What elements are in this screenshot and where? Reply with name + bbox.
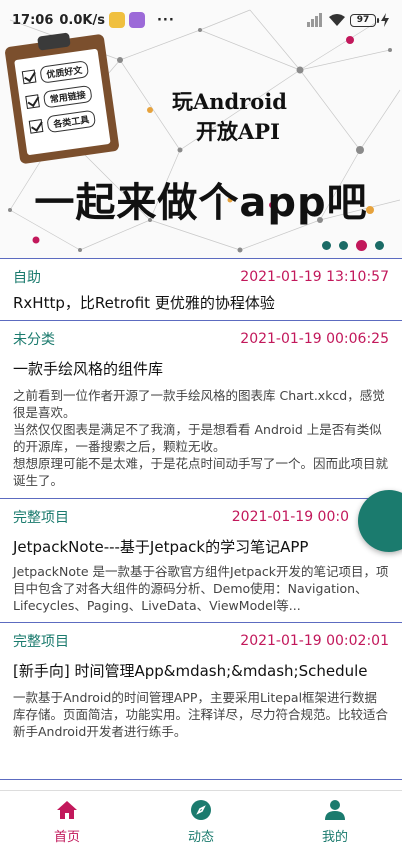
article-date: 2021-01-19 00:0 (231, 509, 349, 525)
article-list[interactable]: 自助 2021-01-19 13:10:57 RxHttp，比Retrofit … (0, 258, 402, 780)
status-bar: 17:06 0.0K/s ··· 97 (0, 0, 402, 40)
article-date: 2021-01-19 00:02:01 (240, 633, 389, 649)
checkbox-icon (21, 69, 37, 85)
compass-icon (191, 799, 211, 820)
nav-home[interactable]: 首页 (0, 791, 134, 851)
article-title: [新手向] 时间管理App&mdash;&mdash;Schedule (13, 662, 368, 680)
article-chapter: 完整项目 (13, 634, 69, 650)
article-date: 2021-01-19 13:10:57 (240, 269, 389, 285)
indicator-dot-active (356, 240, 367, 251)
indicator-dot (339, 241, 348, 250)
article-item[interactable]: 未分类 2021-01-19 00:06:25 一款手绘风格的组件库 之前看到一… (0, 320, 402, 498)
indicator-dot (322, 241, 331, 250)
network-speed: 0.0K/s (59, 12, 105, 28)
home-icon (57, 800, 77, 819)
signal-icon (307, 13, 322, 27)
clipboard-item-label: 各类工具 (46, 109, 97, 134)
banner-subtitle: 开放API (196, 119, 280, 144)
clipboard-item-label: 优质好文 (39, 60, 90, 84)
article-description: 一款基于Android的时间管理APP，主要采用Litepal框架进行数据库存储… (13, 690, 389, 739)
clipboard-illustration: 优质好文 常用链接 各类工具 (4, 32, 120, 165)
article-description: JetpackNote 是一款基于谷歌官方组件Jetpack开发的笔记项目，项目… (13, 564, 389, 613)
clipboard-item: 优质好文 (21, 59, 95, 86)
banner-title: 玩Android (172, 89, 287, 114)
notification-app-icon (128, 12, 145, 28)
article-description: 之前看到一位作者开源了一款手绘风格的图表库 Chart.xkcd，感觉很是喜欢。… (13, 388, 389, 488)
notification-app-icon (108, 12, 125, 28)
checkbox-icon (25, 94, 40, 109)
article-chapter: 未分类 (13, 332, 55, 348)
article-title: RxHttp，比Retrofit 更优雅的协程体验 (13, 294, 275, 312)
article-date: 2021-01-19 00:06:25 (240, 331, 389, 347)
status-time: 17:06 (12, 12, 54, 28)
nav-dynamic-label: 动态 (187, 829, 214, 845)
charging-icon (381, 13, 389, 27)
clipboard-paper: 优质好文 常用链接 各类工具 (14, 48, 111, 156)
article-chapter: 完整项目 (13, 510, 69, 526)
more-notifications-icon: ··· (156, 12, 175, 28)
indicator-dot (375, 241, 384, 250)
clipboard-item: 常用链接 (25, 84, 99, 111)
banner-slogan: 一起来做个app吧 (34, 180, 368, 226)
article-title: JetpackNote---基于Jetpack的学习笔记APP (13, 538, 309, 556)
nav-home-label: 首页 (53, 829, 80, 845)
clipboard-item: 各类工具 (28, 109, 102, 136)
nav-dynamic[interactable]: 动态 (134, 791, 268, 851)
banner-indicator (322, 240, 384, 251)
wifi-icon (329, 14, 345, 26)
article-chapter: 自助 (13, 270, 41, 286)
battery-icon: 97 (350, 13, 379, 27)
checkbox-icon (28, 119, 44, 134)
nav-mine[interactable]: 我的 (268, 791, 402, 851)
person-icon (325, 799, 345, 820)
clipboard-item-label: 常用链接 (42, 84, 93, 109)
article-title: 一款手绘风格的组件库 (13, 360, 164, 378)
bottom-navigation: 首页 动态 我的 (0, 790, 402, 851)
article-item[interactable]: 完整项目 2021-01-19 00:0 JetpackNote---基于Jet… (0, 498, 402, 622)
nav-mine-label: 我的 (321, 829, 348, 845)
article-item[interactable]: 自助 2021-01-19 13:10:57 RxHttp，比Retrofit … (0, 258, 402, 320)
article-item[interactable]: 完整项目 2021-01-19 00:02:01 [新手向] 时间管理App&m… (0, 622, 402, 780)
